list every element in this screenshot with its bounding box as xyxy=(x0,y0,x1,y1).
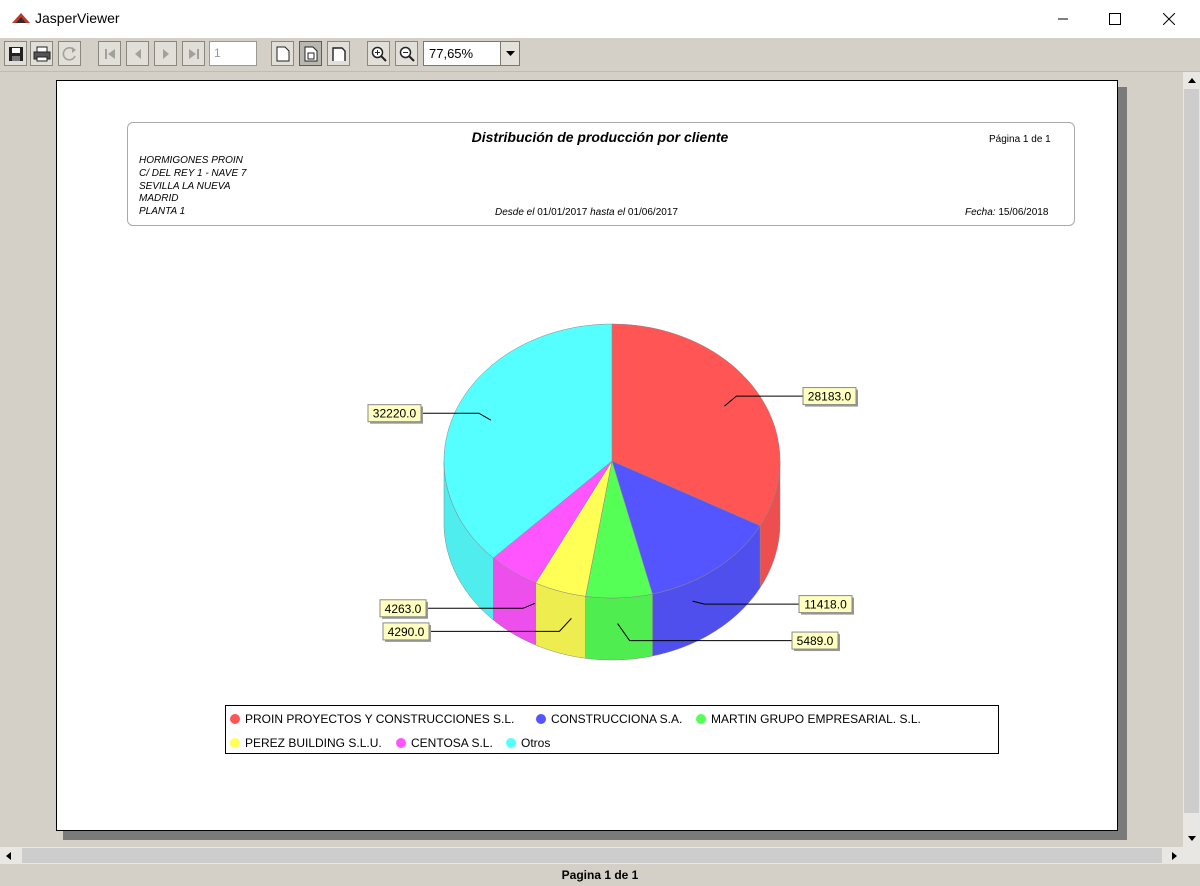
legend-swatch-2 xyxy=(696,714,706,724)
first-page-button[interactable] xyxy=(98,41,121,66)
zoom-combo-input[interactable]: 77,65% xyxy=(423,41,501,66)
maximize-button[interactable] xyxy=(1092,0,1138,38)
company-line-1: HORMIGONES PROIN xyxy=(139,155,243,166)
scroll-down-icon[interactable] xyxy=(1183,830,1200,847)
vertical-scroll-thumb[interactable] xyxy=(1184,89,1199,813)
company-line-5: PLANTA 1 xyxy=(139,206,186,217)
close-icon xyxy=(1163,13,1175,25)
fecha-value: 15/06/2018 xyxy=(998,207,1049,218)
company-line-3: SEVILLA LA NUEVA xyxy=(139,181,231,192)
fit-page-icon xyxy=(304,46,317,61)
fit-page-button[interactable] xyxy=(299,41,322,66)
next-page-button[interactable] xyxy=(154,41,177,66)
legend-label-1: CONSTRUCCIONA S.A. xyxy=(551,712,683,726)
print-button[interactable] xyxy=(30,41,53,66)
hasta-label: hasta el xyxy=(590,207,626,218)
window-title: JasperViewer xyxy=(35,10,120,26)
legend-label-0: PROIN PROYECTOS Y CONSTRUCCIONES S.L. xyxy=(245,712,515,726)
zoom-in-icon xyxy=(371,46,387,62)
legend-swatch-5 xyxy=(506,738,516,748)
zoom-in-button[interactable] xyxy=(367,41,390,66)
close-button[interactable] xyxy=(1146,0,1192,38)
minimize-icon xyxy=(1058,18,1068,20)
jasper-logo-icon xyxy=(12,13,30,23)
scroll-left-icon[interactable] xyxy=(0,847,17,864)
vertical-scrollbar[interactable] xyxy=(1183,72,1200,847)
first-page-icon xyxy=(104,48,115,59)
previous-page-button[interactable] xyxy=(126,41,149,66)
fit-width-button[interactable] xyxy=(327,41,350,66)
toolbar xyxy=(0,38,1200,72)
previous-page-icon xyxy=(134,48,141,59)
legend-item-2: MARTIN GRUPO EMPRESARIAL. S.L. xyxy=(696,712,921,726)
zoom-out-button[interactable] xyxy=(395,41,418,66)
zoom-dropdown-button[interactable] xyxy=(500,41,520,66)
legend-swatch-1 xyxy=(536,714,546,724)
actual-size-button[interactable] xyxy=(271,41,294,66)
legend-label-2: MARTIN GRUPO EMPRESARIAL. S.L. xyxy=(711,712,921,726)
next-page-icon xyxy=(162,48,169,59)
last-page-button[interactable] xyxy=(182,41,205,66)
reload-icon xyxy=(62,46,76,61)
printer-icon xyxy=(33,46,50,61)
legend-swatch-4 xyxy=(396,738,406,748)
page-number-input[interactable]: 1 xyxy=(209,41,257,66)
report-date: Fecha: 15/06/2018 xyxy=(965,207,1048,218)
legend-label-5: Otros xyxy=(521,736,551,750)
legend-swatch-0 xyxy=(230,714,240,724)
fecha-label: Fecha: xyxy=(965,207,996,218)
reload-button[interactable] xyxy=(58,41,81,66)
page-info: Página 1 de 1 xyxy=(989,134,1051,145)
company-line-2: C/ DEL REY 1 - NAVE 7 xyxy=(139,168,247,179)
legend-item-4: CENTOSA S.L. xyxy=(396,736,493,750)
legend-swatch-3 xyxy=(230,738,240,748)
legend-item-3: PEREZ BUILDING S.L.U. xyxy=(230,736,382,750)
hasta-value: 01/06/2017 xyxy=(627,207,678,218)
last-page-icon xyxy=(188,48,199,59)
scroll-right-icon[interactable] xyxy=(1166,847,1183,864)
desde-label: Desde el xyxy=(495,207,535,218)
legend-item-0: PROIN PROYECTOS Y CONSTRUCCIONES S.L. xyxy=(230,712,514,726)
chevron-down-icon xyxy=(505,50,515,56)
maximize-icon xyxy=(1109,13,1121,25)
chart-legend: PROIN PROYECTOS Y CONSTRUCCIONES S.L. CON… xyxy=(225,705,999,754)
scroll-up-icon[interactable] xyxy=(1183,72,1200,89)
save-icon xyxy=(8,46,23,61)
minimize-button[interactable] xyxy=(1040,0,1086,38)
status-bar: Pagina 1 de 1 xyxy=(0,864,1200,884)
legend-item-5: Otros xyxy=(506,736,550,750)
desde-value: 01/01/2017 xyxy=(537,207,588,218)
save-button[interactable] xyxy=(4,41,27,66)
fit-width-icon xyxy=(331,46,346,61)
title-bar: JasperViewer xyxy=(0,0,1200,38)
company-line-4: MADRID xyxy=(139,193,179,204)
zoom-out-icon xyxy=(399,46,415,62)
legend-label-3: PEREZ BUILDING S.L.U. xyxy=(245,736,382,750)
legend-label-4: CENTOSA S.L. xyxy=(411,736,493,750)
legend-item-1: CONSTRUCCIONA S.A. xyxy=(536,712,682,726)
page-icon xyxy=(276,46,289,61)
date-range: Desde el 01/01/2017 hasta el 01/06/2017 xyxy=(495,207,678,218)
horizontal-scrollbar[interactable] xyxy=(0,847,1200,864)
horizontal-scroll-thumb[interactable] xyxy=(22,848,1162,863)
